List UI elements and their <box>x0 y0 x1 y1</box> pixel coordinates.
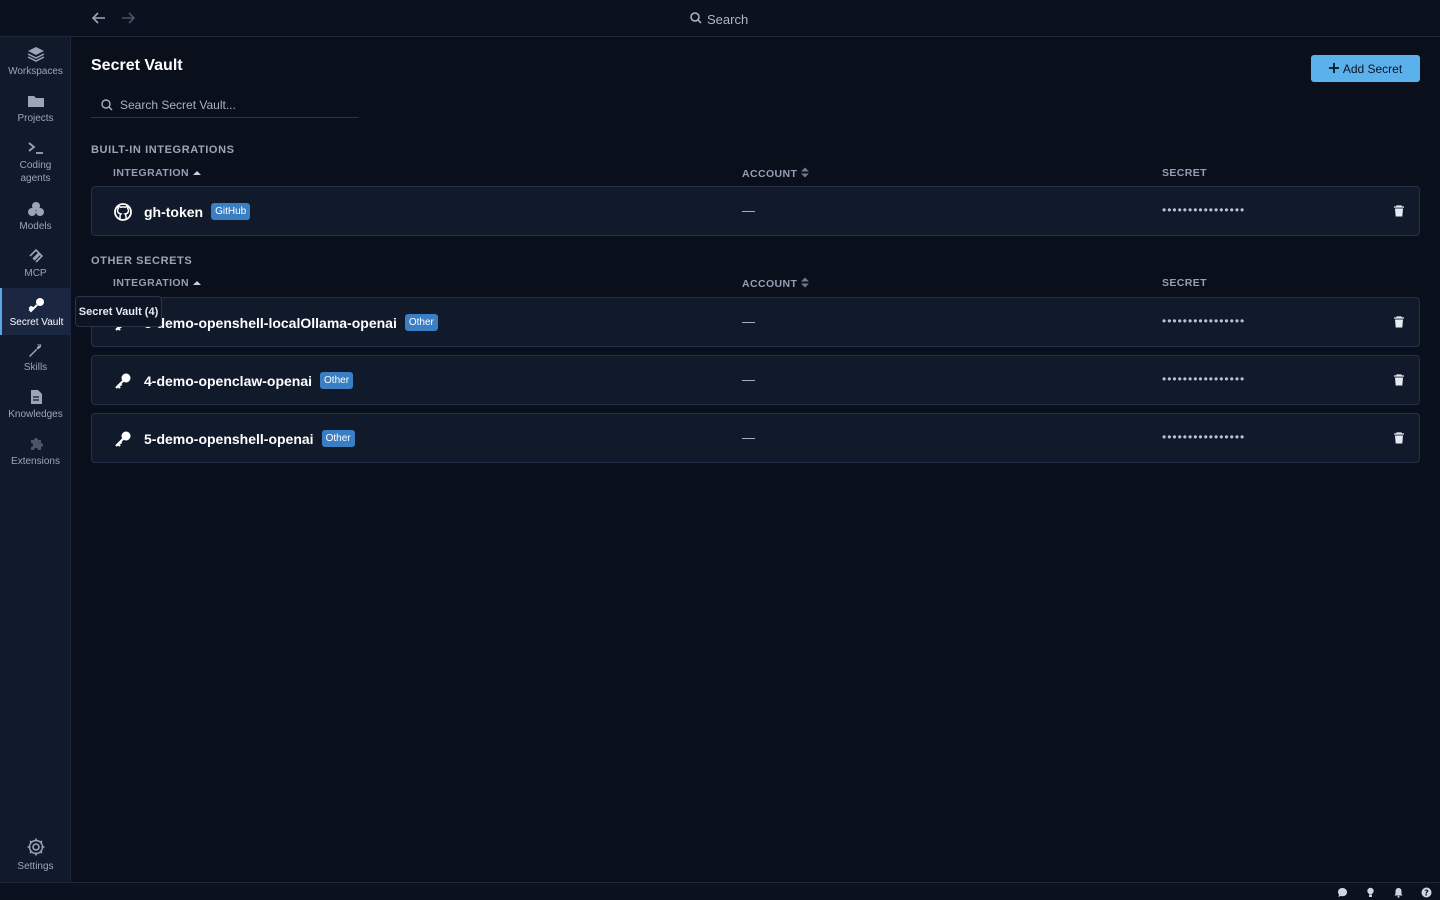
integration-name: 4-demo-openclaw-openai <box>144 372 313 389</box>
trash-icon[interactable] <box>1392 314 1406 330</box>
chat-icon[interactable] <box>1336 886 1348 898</box>
sidebar-item-label: Extensions <box>11 456 60 467</box>
key-icon <box>28 296 46 314</box>
integration-badge: Other <box>320 372 354 389</box>
sidebar-item-label: Coding agents <box>19 160 52 184</box>
forward-arrow-icon[interactable] <box>118 9 138 27</box>
wrench-icon <box>27 341 45 359</box>
integration-badge: Other <box>404 314 438 331</box>
sidebar-item-coding-agents[interactable]: Coding agents <box>0 139 71 189</box>
column-header-label: ACCOUNT <box>742 278 798 290</box>
sidebar-item-mcp[interactable]: MCP <box>0 247 71 287</box>
page-title: Secret Vault <box>91 57 183 74</box>
status-bar: ? <box>0 882 1440 900</box>
sidebar-item-extensions[interactable]: Extensions <box>0 435 71 475</box>
sidebar-item-label: Settings <box>17 861 54 872</box>
integration-badge: Other <box>321 430 355 447</box>
puzzle-icon <box>28 435 44 453</box>
add-secret-button[interactable]: Add Secret <box>1311 55 1420 82</box>
sidebar-item-label: MCP <box>24 268 47 279</box>
sidebar-item-workspaces[interactable]: Workspaces <box>0 45 71 85</box>
github-icon <box>113 202 133 222</box>
sidebar-item-label: Knowledges <box>8 409 63 420</box>
column-header-secret: SECRET <box>1162 167 1207 179</box>
sidebar-item-skills[interactable]: Skills <box>0 341 71 381</box>
column-header-label: SECRET <box>1162 277 1207 289</box>
table-row[interactable]: 5-demo-openshell-openai Other — ••••••••… <box>91 413 1420 463</box>
account-value: — <box>742 203 755 218</box>
secret-value: •••••••••••••••• <box>1162 430 1246 444</box>
sidebar-item-secret-vault[interactable]: Secret Vault <box>0 288 71 335</box>
sidebar-item-label: Workspaces <box>8 66 63 77</box>
top-bar: Search <box>0 0 1440 37</box>
trash-icon[interactable] <box>1392 372 1406 388</box>
sidebar-item-label: Projects <box>17 113 54 124</box>
help-icon[interactable]: ? <box>1420 886 1432 898</box>
layers-icon <box>27 45 45 63</box>
sidebar-item-label: Secret Vault <box>9 317 64 328</box>
column-header-integration[interactable]: INTEGRATION <box>113 277 201 289</box>
column-header-label: INTEGRATION <box>113 277 189 289</box>
cubes-icon <box>27 200 45 218</box>
account-value: — <box>742 372 755 387</box>
secret-value: •••••••••••••••• <box>1162 203 1246 217</box>
account-value: — <box>742 430 755 445</box>
table-row[interactable]: gh-token GitHub — •••••••••••••••• <box>91 186 1420 236</box>
column-header-integration[interactable]: INTEGRATION <box>113 167 201 179</box>
column-header-account[interactable]: ACCOUNT <box>742 167 810 181</box>
section-label-other: OTHER SECRETS <box>91 255 193 267</box>
search-icon <box>690 11 702 27</box>
integration-name: 3-demo-openshell-localOllama-openai <box>144 314 397 331</box>
column-header-label: ACCOUNT <box>742 168 798 180</box>
trash-icon[interactable] <box>1392 430 1406 446</box>
table-row[interactable]: 4-demo-openclaw-openai Other — •••••••••… <box>91 355 1420 405</box>
integration-name: 5-demo-openshell-openai <box>144 430 314 447</box>
tooltip: Secret Vault (4) <box>75 296 162 327</box>
sort-asc-icon <box>192 167 201 179</box>
column-header-secret: SECRET <box>1162 277 1207 289</box>
mcp-icon <box>27 247 45 265</box>
key-icon <box>113 371 133 391</box>
global-search-label: Search <box>707 11 749 27</box>
integration-name: gh-token <box>144 203 204 220</box>
lightbulb-icon[interactable] <box>1364 886 1376 898</box>
sort-icon <box>801 277 810 291</box>
column-header-label: INTEGRATION <box>113 167 189 179</box>
gear-icon <box>26 836 46 858</box>
plus-icon <box>1328 62 1339 76</box>
account-value: — <box>742 314 755 329</box>
key-icon <box>113 429 133 449</box>
column-header-label: SECRET <box>1162 167 1207 179</box>
secret-value: •••••••••••••••• <box>1162 372 1246 386</box>
global-search[interactable]: Search <box>690 10 748 28</box>
sidebar-item-settings[interactable]: Settings <box>0 836 71 876</box>
folder-icon <box>27 92 45 110</box>
bell-icon[interactable] <box>1392 886 1404 898</box>
back-arrow-icon[interactable] <box>89 9 109 27</box>
sidebar-item-knowledges[interactable]: Knowledges <box>0 388 71 428</box>
vault-search <box>91 92 359 118</box>
document-icon <box>29 388 43 406</box>
integration-badge: GitHub <box>211 203 251 220</box>
add-secret-label: Add Secret <box>1342 61 1403 76</box>
terminal-icon <box>27 139 45 157</box>
table-row[interactable]: 3-demo-openshell-localOllama-openai Othe… <box>91 297 1420 347</box>
search-input[interactable] <box>120 97 350 112</box>
sort-asc-icon <box>192 277 201 289</box>
sidebar-item-label: Skills <box>23 362 48 373</box>
sidebar-item-label: Models <box>19 221 52 232</box>
column-header-account[interactable]: ACCOUNT <box>742 277 810 291</box>
sidebar: Workspaces Projects Coding agents Models… <box>0 37 71 882</box>
section-label-builtin: BUILT-IN INTEGRATIONS <box>91 144 235 156</box>
secret-value: •••••••••••••••• <box>1162 314 1246 328</box>
sidebar-item-models[interactable]: Models <box>0 200 71 240</box>
trash-icon[interactable] <box>1392 203 1406 219</box>
search-icon <box>101 98 113 111</box>
svg-text:?: ? <box>1424 888 1429 897</box>
sidebar-item-projects[interactable]: Projects <box>0 92 71 132</box>
sort-icon <box>801 167 810 181</box>
